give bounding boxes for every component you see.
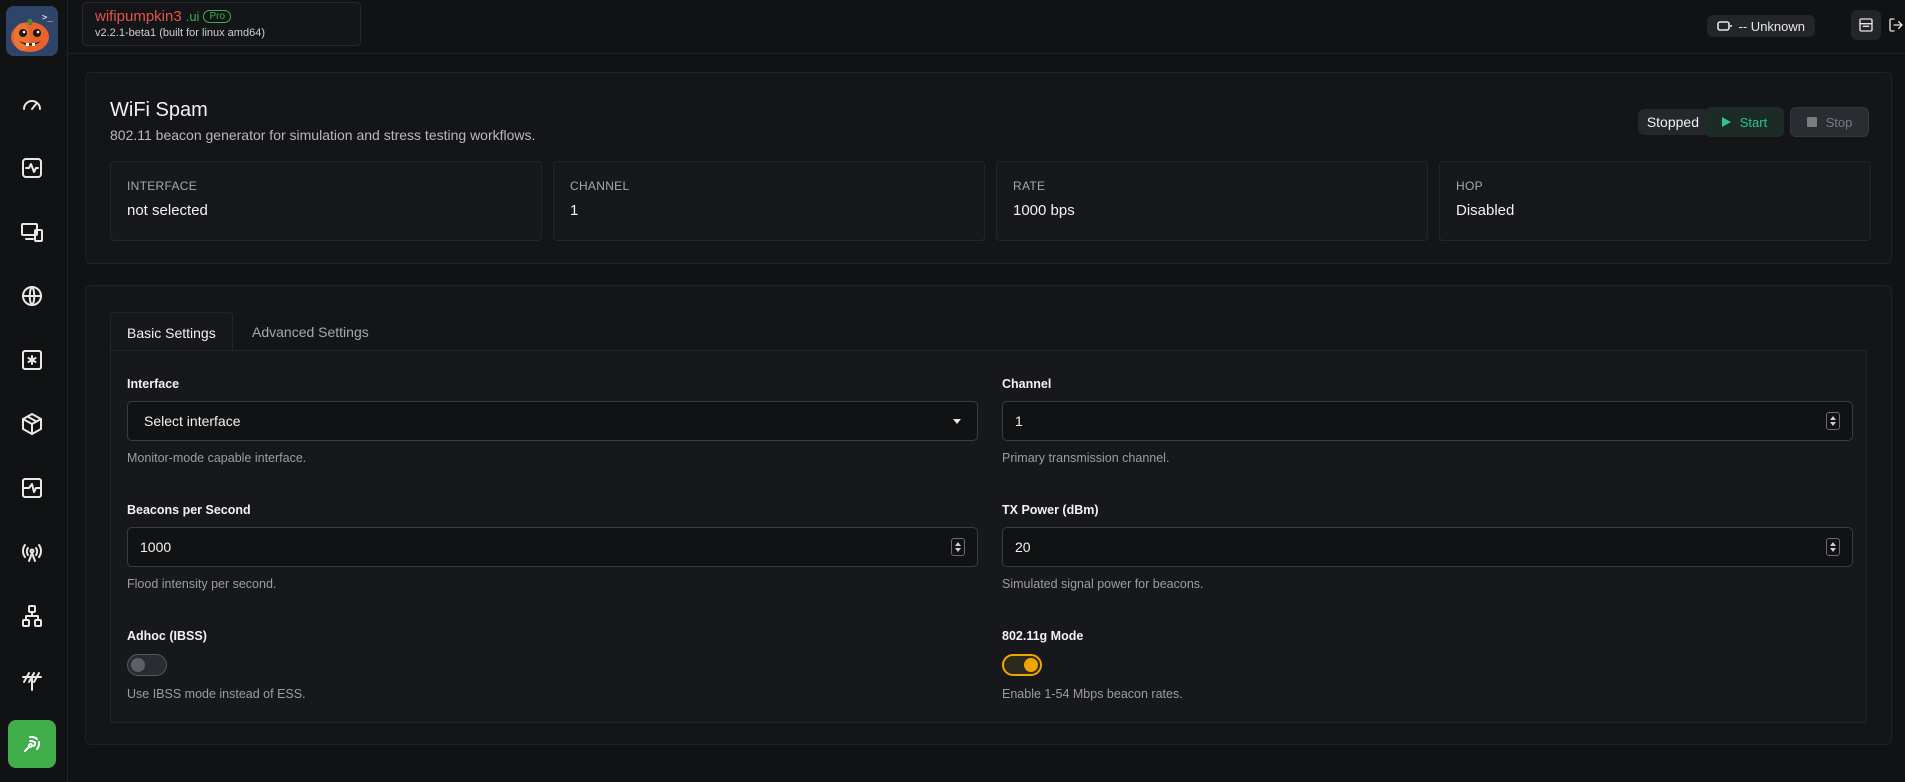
tab-advanced-settings[interactable]: Advanced Settings bbox=[236, 312, 385, 352]
interface-select-value: Select interface bbox=[144, 413, 241, 429]
stat-label: INTERFACE bbox=[127, 179, 198, 193]
app-logo[interactable]: >_ bbox=[6, 6, 58, 56]
settings-panel: Basic Settings Advanced Settings Interfa… bbox=[85, 285, 1892, 745]
basic-settings-content: Interface Select interface Monitor-mode … bbox=[110, 350, 1867, 723]
channel-label: Channel bbox=[1002, 377, 1052, 391]
tx-power-help: Simulated signal power for beacons. bbox=[1002, 577, 1204, 591]
stat-card-rate: RATE 1000 bps bbox=[996, 161, 1428, 241]
pumpkin-logo-icon: >_ bbox=[6, 6, 58, 56]
status-badge: Stopped bbox=[1637, 109, 1708, 135]
package-icon bbox=[22, 413, 42, 435]
top-header: wifipumpkin3 .ui Pro v2.2.1-beta1 (built f… bbox=[68, 0, 1905, 54]
brand-block: wifipumpkin3 .ui Pro v2.2.1-beta1 (built f… bbox=[82, 2, 361, 46]
nav-access-point[interactable] bbox=[12, 532, 52, 572]
svg-text:>_: >_ bbox=[42, 13, 53, 23]
stat-card-hop: HOP Disabled bbox=[1439, 161, 1871, 241]
page-subtitle: 802.11 beacon generator for simulation a… bbox=[110, 127, 536, 143]
number-stepper-icon[interactable] bbox=[1826, 538, 1840, 556]
gauge-icon bbox=[23, 100, 41, 110]
toggle-knob bbox=[131, 658, 145, 672]
antenna-icon bbox=[22, 672, 42, 691]
battery-icon bbox=[1716, 21, 1732, 31]
nav-wifi-spam[interactable] bbox=[8, 720, 56, 768]
start-button[interactable]: Start bbox=[1705, 107, 1784, 137]
nav-devices[interactable] bbox=[12, 212, 52, 252]
play-icon bbox=[1721, 117, 1731, 127]
channel-input-value: 1 bbox=[1015, 413, 1023, 429]
stat-label: HOP bbox=[1456, 179, 1483, 193]
number-stepper-icon[interactable] bbox=[951, 538, 965, 556]
activity-icon bbox=[22, 158, 42, 178]
notes-button[interactable] bbox=[1851, 10, 1881, 40]
stop-button[interactable]: Stop bbox=[1790, 107, 1869, 137]
beacons-label: Beacons per Second bbox=[127, 503, 251, 517]
nav-modules[interactable] bbox=[12, 404, 52, 444]
pro-badge: Pro bbox=[203, 10, 232, 23]
nav-plugins[interactable] bbox=[12, 340, 52, 380]
nav-proxies[interactable] bbox=[12, 468, 52, 508]
stop-icon bbox=[1806, 117, 1817, 127]
channel-input[interactable]: 1 bbox=[1002, 401, 1853, 441]
interface-help: Monitor-mode capable interface. bbox=[127, 451, 307, 465]
interface-label: Interface bbox=[127, 377, 180, 391]
interface-select[interactable]: Select interface bbox=[127, 401, 978, 441]
stat-label: CHANNEL bbox=[570, 179, 630, 193]
beacons-input-value: 1000 bbox=[140, 539, 172, 555]
sidebar: >_ bbox=[0, 0, 68, 782]
stat-value: Disabled bbox=[1456, 202, 1515, 219]
network-icon bbox=[22, 605, 42, 627]
tx-power-label: TX Power (dBm) bbox=[1002, 503, 1099, 517]
stat-value: not selected bbox=[127, 202, 208, 219]
asterisk-square-icon bbox=[22, 350, 42, 370]
toggle-knob bbox=[1024, 658, 1038, 672]
connection-status-text: -- Unknown bbox=[1738, 18, 1805, 34]
page-title: WiFi Spam bbox=[110, 99, 208, 121]
server-icon bbox=[22, 478, 42, 498]
beacons-help: Flood intensity per second. bbox=[127, 577, 277, 591]
nav-activity[interactable] bbox=[12, 148, 52, 188]
nav-web[interactable] bbox=[12, 276, 52, 316]
wifi-spam-icon bbox=[24, 735, 41, 752]
stat-card-interface: INTERFACE not selected bbox=[110, 161, 542, 241]
nav-dashboard[interactable] bbox=[12, 84, 52, 124]
stat-card-channel: CHANNEL 1 bbox=[553, 161, 985, 241]
mode-80211g-label: 802.11g Mode bbox=[1002, 629, 1084, 643]
connection-status: -- Unknown bbox=[1706, 15, 1815, 37]
stat-label: RATE bbox=[1013, 179, 1046, 193]
channel-help: Primary transmission channel. bbox=[1002, 451, 1170, 465]
adhoc-help: Use IBSS mode instead of ESS. bbox=[127, 687, 306, 701]
tx-power-input-value: 20 bbox=[1015, 539, 1031, 555]
overview-panel: WiFi Spam 802.11 beacon generator for si… bbox=[85, 72, 1892, 264]
stat-value: 1000 bps bbox=[1013, 202, 1075, 219]
adhoc-toggle[interactable] bbox=[127, 654, 167, 676]
logout-icon bbox=[1889, 18, 1903, 32]
nav-network[interactable] bbox=[12, 596, 52, 636]
brand-suffix: .ui bbox=[185, 9, 200, 24]
adhoc-label: Adhoc (IBSS) bbox=[127, 629, 207, 643]
mode-80211g-toggle[interactable] bbox=[1002, 654, 1042, 676]
chevron-down-icon bbox=[953, 419, 961, 424]
radio-tower-icon bbox=[22, 544, 42, 562]
beacons-input[interactable]: 1000 bbox=[127, 527, 978, 567]
version-text: v2.2.1-beta1 (built for linux amd64) bbox=[95, 27, 265, 39]
globe-icon bbox=[22, 286, 42, 306]
logout-button[interactable] bbox=[1881, 10, 1905, 40]
stop-label: Stop bbox=[1825, 114, 1853, 130]
stat-value: 1 bbox=[570, 202, 579, 219]
inbox-icon bbox=[1859, 18, 1873, 32]
number-stepper-icon[interactable] bbox=[1826, 412, 1840, 430]
tx-power-input[interactable]: 20 bbox=[1002, 527, 1853, 567]
start-label: Start bbox=[1739, 114, 1768, 130]
brand-name: wifipumpkin3 bbox=[95, 8, 182, 25]
devices-icon bbox=[21, 223, 43, 242]
nav-antenna[interactable] bbox=[12, 660, 52, 700]
tab-basic-settings[interactable]: Basic Settings bbox=[110, 312, 233, 352]
mode-80211g-help: Enable 1-54 Mbps beacon rates. bbox=[1002, 687, 1183, 701]
